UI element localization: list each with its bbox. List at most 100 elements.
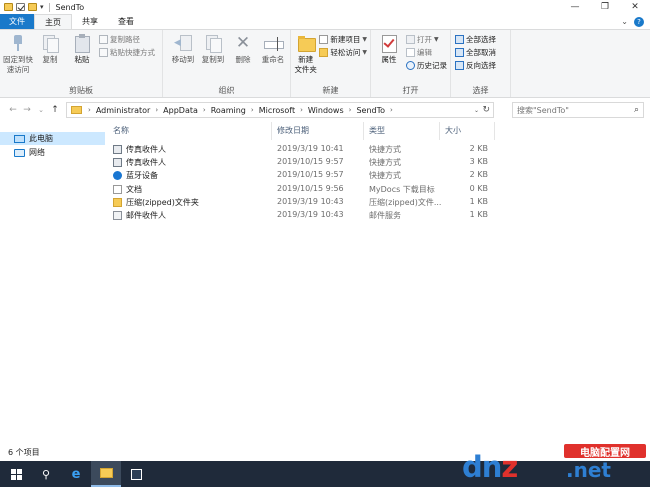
chevron-down-icon: ▼ bbox=[362, 49, 367, 56]
properties-icon[interactable] bbox=[16, 3, 25, 11]
breadcrumb-separator[interactable]: › bbox=[390, 106, 393, 114]
breadcrumb-separator[interactable]: › bbox=[349, 106, 352, 114]
new-folder-icon[interactable] bbox=[28, 3, 37, 11]
breadcrumb-windows[interactable]: Windows bbox=[308, 106, 344, 115]
search-icon[interactable]: ⌕ bbox=[634, 105, 639, 115]
nav-item-this-pc[interactable]: 此电脑 bbox=[0, 132, 105, 145]
tab-share[interactable]: 共享 bbox=[72, 14, 108, 29]
tab-view[interactable]: 查看 bbox=[108, 14, 144, 29]
pc-icon bbox=[14, 134, 25, 143]
file-type: 快捷方式 bbox=[369, 145, 401, 154]
open-button[interactable]: 打开 ▼ bbox=[406, 34, 447, 45]
file-row[interactable]: 蓝牙设备 2019/10/15 9:57 快捷方式 2 KB bbox=[108, 169, 498, 182]
breadcrumb-roaming[interactable]: Roaming bbox=[211, 106, 246, 115]
breadcrumb-separator[interactable]: › bbox=[203, 106, 206, 114]
file-row[interactable]: 压缩(zipped)文件夹 2019/3/19 10:43 压缩(zipped)… bbox=[108, 196, 498, 209]
breadcrumb-separator: › bbox=[88, 106, 91, 114]
address-history-dropdown[interactable]: ⌄ bbox=[474, 107, 479, 114]
clipboard-small-buttons: 复制路径 粘贴快捷方式 bbox=[99, 33, 155, 85]
select-all-label: 全部选择 bbox=[466, 35, 496, 44]
taskbar-search-button[interactable]: ⚲ bbox=[31, 461, 61, 487]
easy-access-button[interactable]: 轻松访问 ▼ bbox=[319, 47, 367, 58]
rename-button[interactable]: 重命名 bbox=[259, 33, 287, 85]
column-divider[interactable] bbox=[494, 122, 495, 140]
start-button[interactable] bbox=[1, 461, 31, 487]
taskbar-edge-button[interactable]: e bbox=[61, 461, 91, 487]
paste-button[interactable]: 粘贴 bbox=[67, 33, 97, 85]
rename-label: 重命名 bbox=[261, 55, 285, 64]
breadcrumb-administrator[interactable]: Administrator bbox=[96, 106, 151, 115]
nav-item-network[interactable]: 网络 bbox=[0, 146, 105, 159]
breadcrumb-separator[interactable]: › bbox=[300, 106, 303, 114]
select-all-button[interactable]: 全部选择 bbox=[455, 34, 496, 45]
pin-label: 固定到快 速访问 bbox=[3, 55, 33, 74]
watermark-net: .net bbox=[566, 458, 611, 482]
properties-button[interactable]: 属性 bbox=[374, 33, 404, 85]
forward-button[interactable]: → bbox=[20, 105, 34, 115]
copy-to-button[interactable]: 复制到 bbox=[199, 33, 227, 85]
move-to-button[interactable]: 移动到 bbox=[169, 33, 197, 85]
folder-icon[interactable] bbox=[4, 3, 13, 11]
open-group-label: 打开 bbox=[402, 86, 419, 95]
column-divider[interactable] bbox=[271, 122, 272, 140]
open-group: 属性 打开 ▼ 编辑 历史记录 打开 bbox=[371, 30, 451, 97]
breadcrumb-microsoft[interactable]: Microsoft bbox=[259, 106, 295, 115]
file-modified: 2019/10/15 9:57 bbox=[277, 170, 344, 180]
column-header-type[interactable]: 类型 bbox=[369, 125, 385, 136]
invert-selection-button[interactable]: 反向选择 bbox=[455, 60, 496, 71]
maximize-button[interactable]: ❐ bbox=[590, 0, 620, 14]
new-item-button[interactable]: 新建项目 ▼ bbox=[319, 34, 367, 45]
search-input[interactable] bbox=[517, 105, 627, 115]
pin-quick-access-button[interactable]: 固定到快 速访问 bbox=[3, 33, 33, 85]
file-modified: 2019/3/19 10:43 bbox=[277, 196, 344, 206]
history-button[interactable]: 历史记录 bbox=[406, 60, 447, 71]
column-header-modified[interactable]: 修改日期 bbox=[277, 125, 309, 136]
file-size: 1 KB bbox=[469, 209, 488, 219]
copy-button[interactable]: 复制 bbox=[35, 33, 65, 85]
refresh-icon[interactable]: ↻ bbox=[482, 105, 490, 115]
edit-icon bbox=[406, 48, 415, 57]
tab-home[interactable]: 主页 bbox=[34, 14, 72, 29]
file-type: 压缩(zipped)文件... bbox=[369, 197, 442, 207]
breadcrumb-appdata[interactable]: AppData bbox=[163, 106, 198, 115]
watermark-dn-text: dn bbox=[462, 450, 502, 484]
help-icon[interactable]: ? bbox=[634, 16, 644, 27]
customize-toolbar-dropdown[interactable]: ▾ bbox=[40, 3, 44, 11]
file-row[interactable]: 传真收件人 2019/3/19 10:41 快捷方式 2 KB bbox=[108, 143, 498, 156]
back-button[interactable]: ← bbox=[6, 105, 20, 115]
file-row[interactable]: 文档 2019/10/15 9:56 MyDocs 下载目标 0 KB bbox=[108, 183, 498, 196]
delete-button[interactable]: ✕ 删除 bbox=[229, 33, 257, 85]
edit-button[interactable]: 编辑 bbox=[406, 47, 447, 58]
search-box[interactable]: ⌕ bbox=[512, 102, 644, 118]
column-header-size[interactable]: 大小 bbox=[445, 125, 461, 136]
breadcrumb-separator[interactable]: › bbox=[251, 106, 254, 114]
move-to-icon bbox=[173, 33, 193, 53]
new-folder-button[interactable]: 新建 文件夹 bbox=[294, 33, 317, 85]
close-button[interactable]: ✕ bbox=[620, 0, 650, 14]
paste-shortcut-button[interactable]: 粘贴快捷方式 bbox=[99, 47, 155, 58]
address-bar[interactable]: › Administrator › AppData › Roaming › Mi… bbox=[66, 102, 494, 118]
new-folder-label: 新建 文件夹 bbox=[294, 55, 317, 74]
file-row[interactable]: 邮件收件人 2019/3/19 10:43 邮件服务 1 KB bbox=[108, 209, 498, 222]
expand-ribbon-icon[interactable]: ⌄ bbox=[621, 17, 628, 26]
breadcrumb-sendto[interactable]: SendTo bbox=[356, 106, 385, 115]
taskbar-store-button[interactable] bbox=[121, 461, 151, 487]
watermark-dn: dnz bbox=[462, 450, 518, 484]
file-modified: 2019/10/15 9:57 bbox=[277, 157, 344, 167]
recent-locations-button[interactable]: ⌄ bbox=[34, 106, 48, 114]
column-divider[interactable] bbox=[363, 122, 364, 140]
file-row[interactable]: 传真收件人 2019/10/15 9:57 快捷方式 3 KB bbox=[108, 156, 498, 169]
column-header-name[interactable]: 名称 bbox=[113, 125, 129, 136]
tab-file[interactable]: 文件 bbox=[0, 14, 34, 29]
taskbar-explorer-button[interactable] bbox=[91, 461, 121, 487]
new-folder-icon bbox=[296, 33, 316, 53]
file-size: 2 KB bbox=[469, 144, 488, 153]
column-divider[interactable] bbox=[439, 122, 440, 140]
copy-path-button[interactable]: 复制路径 bbox=[99, 34, 155, 45]
breadcrumb-separator[interactable]: › bbox=[155, 106, 158, 114]
up-button[interactable]: ↑ bbox=[48, 105, 62, 115]
select-none-button[interactable]: 全部取消 bbox=[455, 47, 496, 58]
file-modified: 2019/10/15 9:56 bbox=[277, 183, 344, 193]
minimize-button[interactable]: — bbox=[560, 0, 590, 14]
document-icon bbox=[113, 184, 122, 194]
